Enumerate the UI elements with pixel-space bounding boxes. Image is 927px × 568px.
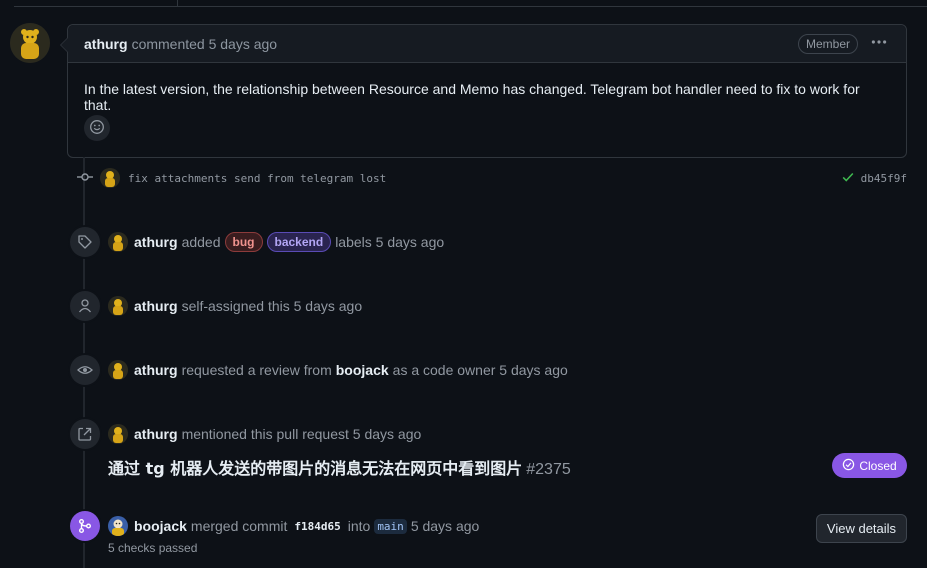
author-avatar[interactable] bbox=[10, 23, 50, 63]
commit-author-avatar[interactable] bbox=[100, 168, 120, 188]
actor-avatar[interactable] bbox=[108, 296, 128, 316]
git-commit-icon bbox=[77, 169, 93, 188]
merged-commit-sha[interactable]: f184d65 bbox=[291, 519, 343, 534]
reviewer-name[interactable]: boojack bbox=[336, 362, 389, 378]
git-merge-icon bbox=[70, 511, 100, 541]
actor-avatar[interactable] bbox=[108, 360, 128, 380]
mentioned-event: athurg mentioned this pull request 5 day… bbox=[70, 419, 907, 449]
event-verb: merged commit bbox=[190, 518, 288, 534]
merged-event: boojack merged commit f184d65 into main … bbox=[70, 511, 907, 541]
view-details-button[interactable]: View details bbox=[816, 514, 907, 543]
smiley-icon bbox=[89, 119, 105, 138]
event-suffix: labels 5 days ago bbox=[335, 234, 445, 250]
actor-name[interactable]: athurg bbox=[134, 298, 178, 314]
actor-avatar[interactable] bbox=[108, 232, 128, 252]
comment-author[interactable]: athurg bbox=[84, 36, 128, 52]
actor-name[interactable]: athurg bbox=[134, 426, 178, 442]
event-text: mentioned this pull request 5 days ago bbox=[181, 426, 422, 442]
closed-state-label: Closed bbox=[859, 458, 897, 473]
eye-icon bbox=[70, 355, 100, 385]
member-badge: Member bbox=[797, 34, 858, 54]
commit-sha[interactable]: db45f9f bbox=[861, 172, 907, 185]
cross-reference-icon bbox=[70, 419, 100, 449]
comment-box: athurg commented 5 days ago Member In th… bbox=[60, 24, 907, 158]
comment-header: athurg commented 5 days ago Member bbox=[68, 25, 906, 63]
add-reaction-button[interactable] bbox=[84, 115, 110, 141]
kebab-horizontal-icon[interactable] bbox=[870, 33, 888, 56]
event-into: into bbox=[347, 518, 371, 534]
commit-message[interactable]: fix attachments send from telegram lost bbox=[128, 172, 386, 185]
event-verb: added bbox=[181, 234, 221, 250]
boojack-avatar[interactable] bbox=[108, 516, 128, 536]
comment-timestamp[interactable]: commented 5 days ago bbox=[132, 36, 278, 52]
pr-title-text[interactable]: 通过 tg 机器人发送的带图片的消息无法在网页中看到图片 bbox=[108, 459, 522, 478]
actor-name[interactable]: athurg bbox=[134, 234, 178, 250]
comment-body: In the latest version, the relationship … bbox=[84, 81, 860, 113]
event-time[interactable]: 5 days ago bbox=[411, 518, 480, 534]
review-requested-event: athurg requested a review from boojack a… bbox=[70, 355, 907, 385]
label-bug[interactable]: bug bbox=[224, 232, 263, 252]
assigned-event: athurg self-assigned this 5 days ago bbox=[70, 291, 907, 321]
pr-number[interactable]: #2375 bbox=[526, 461, 571, 478]
tag-icon bbox=[70, 227, 100, 257]
issue-closed-icon bbox=[842, 458, 855, 474]
checks-status[interactable]: 5 checks passed bbox=[108, 541, 197, 555]
actor-name[interactable]: boojack bbox=[134, 518, 187, 534]
event-text-before: requested a review from bbox=[181, 362, 332, 378]
label-backend[interactable]: backend bbox=[266, 232, 332, 252]
closed-state-badge: Closed bbox=[832, 453, 907, 478]
referenced-pr-title[interactable]: 通过 tg 机器人发送的带图片的消息无法在网页中看到图片 #2375 bbox=[108, 455, 571, 479]
check-icon[interactable] bbox=[841, 170, 855, 187]
event-text-after: as a code owner 5 days ago bbox=[392, 362, 568, 378]
top-tab-strip bbox=[0, 0, 927, 8]
commit-row: fix attachments send from telegram lost … bbox=[70, 166, 907, 190]
actor-name[interactable]: athurg bbox=[134, 362, 178, 378]
person-icon bbox=[70, 291, 100, 321]
labeled-event: athurg added bug backend labels 5 days a… bbox=[70, 227, 907, 257]
event-text: self-assigned this 5 days ago bbox=[181, 298, 363, 314]
branch-name[interactable]: main bbox=[374, 518, 407, 534]
actor-avatar[interactable] bbox=[108, 424, 128, 444]
